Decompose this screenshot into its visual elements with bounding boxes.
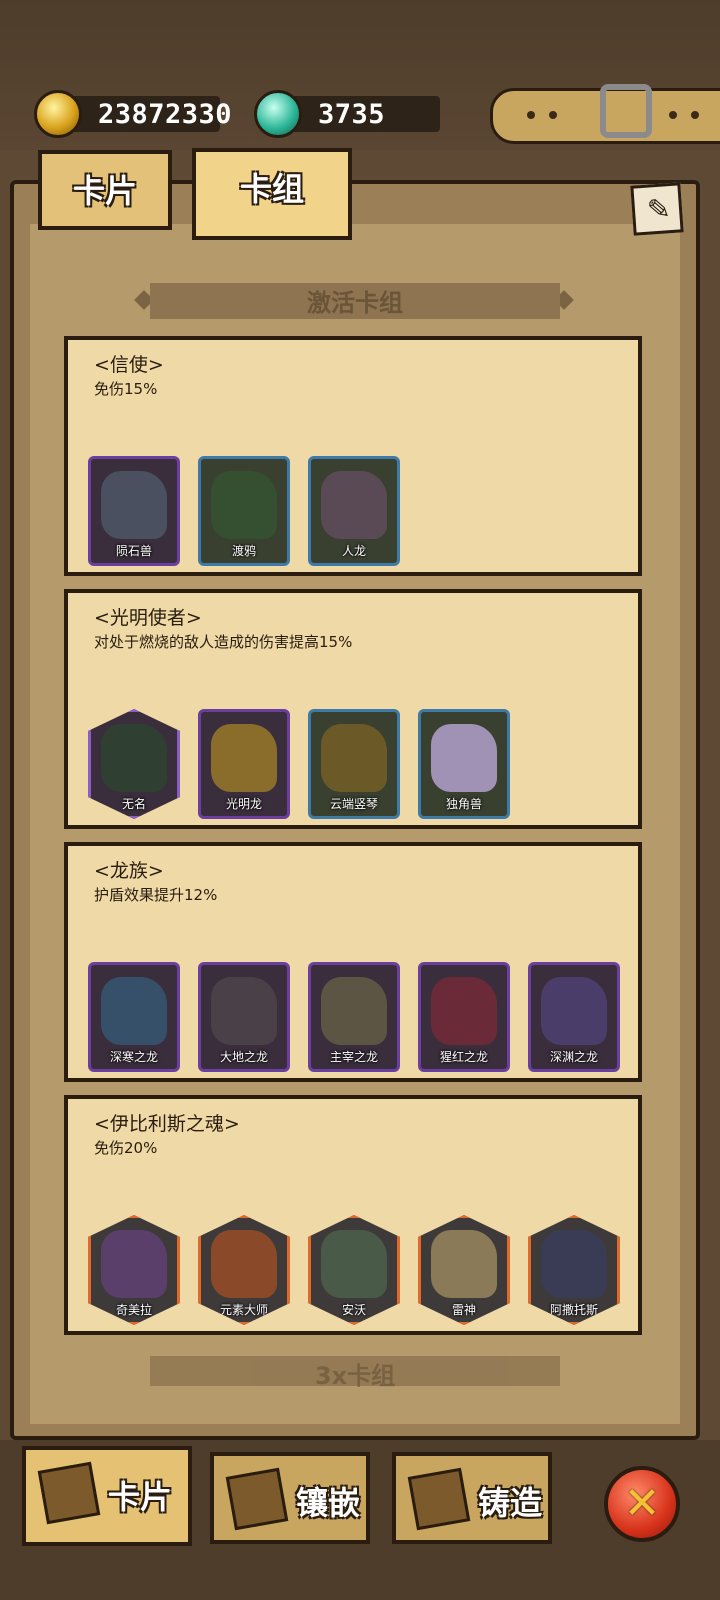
nav-inlay-label: 镶嵌	[296, 1484, 361, 1522]
edit-pencil-icon: ✎	[645, 192, 672, 227]
deck-group-name: <光明使者>	[94, 607, 202, 629]
inlay-book-icon	[225, 1467, 289, 1531]
cards-icon	[37, 1461, 101, 1525]
section-title-next: 3x卡组	[150, 1356, 560, 1390]
card-name: 元素大师	[219, 1303, 268, 1317]
deck-group-name: <信使>	[94, 354, 164, 376]
forge-icon	[407, 1467, 471, 1531]
belt-buckle-icon	[600, 84, 652, 138]
card-art	[101, 977, 167, 1045]
card-frost-dragon[interactable]: 深寒之龙	[88, 962, 180, 1072]
deck-group-desc: 护盾效果提升12%	[94, 886, 218, 904]
tab-cards-label: 卡片	[72, 172, 137, 210]
gem-value: 3735	[318, 99, 386, 130]
card-name: 深寒之龙	[109, 1050, 158, 1064]
card-art	[321, 977, 387, 1045]
deck-group-desc: 免伤15%	[94, 380, 158, 398]
card-name: 云端竖琴	[329, 797, 378, 811]
gem-value-box: 3735	[284, 96, 440, 132]
nav-inlay-button[interactable]: 镶嵌	[210, 1452, 370, 1544]
card-element-master[interactable]: 元素大师	[198, 1215, 290, 1325]
nav-forge-button[interactable]: 铸造	[392, 1452, 552, 1544]
card-name: 人龙	[341, 544, 366, 558]
nav-cards-button[interactable]: 卡片	[22, 1446, 192, 1546]
belt-hole	[691, 111, 699, 119]
card-art	[541, 1230, 607, 1298]
card-art	[211, 1230, 277, 1298]
card-name: 安沃	[341, 1303, 366, 1317]
card-name: 陨石兽	[115, 544, 152, 558]
card-art	[321, 1230, 387, 1298]
gold-value-box: 23872330	[64, 96, 232, 132]
belt-hole	[669, 111, 677, 119]
belt-hole	[527, 111, 535, 119]
card-art	[431, 724, 497, 792]
gold-value: 23872330	[98, 99, 233, 130]
gold-coin-icon	[34, 90, 82, 138]
card-name: 猩红之龙	[439, 1050, 488, 1064]
card-art	[431, 977, 497, 1045]
card-art	[321, 471, 387, 539]
card-name: 大地之龙	[219, 1050, 268, 1064]
card-art	[541, 977, 607, 1045]
card-art	[101, 1230, 167, 1298]
deck-group-desc: 对处于燃烧的敌人造成的伤害提高15%	[94, 633, 353, 651]
card-thunder-god[interactable]: 雷神	[418, 1215, 510, 1325]
section-title-text: 激活卡组	[307, 289, 403, 317]
section-title: 激活卡组	[150, 283, 560, 319]
card-art	[211, 977, 277, 1045]
deck-group-desc: 免伤20%	[94, 1139, 158, 1157]
card-meteor-beast[interactable]: 陨石兽	[88, 456, 180, 566]
card-azathoth[interactable]: 阿撒托斯	[528, 1215, 620, 1325]
card-art	[211, 724, 277, 792]
tab-cards[interactable]: 卡片	[38, 150, 172, 230]
card-art	[211, 471, 277, 539]
deck-group-iblis-soul: <伊比利斯之魂> 免伤20% 奇美拉 元素大师 安沃 雷神 阿撒托斯	[64, 1095, 642, 1335]
card-earth-dragon[interactable]: 大地之龙	[198, 962, 290, 1072]
card-unicorn[interactable]: 独角兽	[418, 709, 510, 819]
card-raven[interactable]: 渡鸦	[198, 456, 290, 566]
nav-cards-label: 卡片	[108, 1478, 173, 1516]
deck-group-light-envoy: <光明使者> 对处于燃烧的敌人造成的伤害提高15% 无名 光明龙 云端竖琴 独角…	[64, 589, 642, 829]
tab-decks-label: 卡组	[239, 170, 304, 208]
gem-counter: 3735	[254, 90, 440, 138]
card-art	[321, 724, 387, 792]
section-title-next-text: 3x卡组	[314, 1362, 396, 1390]
card-crimson-dragon[interactable]: 猩红之龙	[418, 962, 510, 1072]
deck-group-name: <伊比利斯之魂>	[94, 1113, 240, 1135]
card-chimera[interactable]: 奇美拉	[88, 1215, 180, 1325]
card-art	[431, 1230, 497, 1298]
gold-counter: 23872330	[34, 90, 232, 138]
deck-group-messenger: <信使> 免伤15% 陨石兽 渡鸦 人龙	[64, 336, 642, 576]
card-name: 独角兽	[445, 797, 482, 811]
card-name: 深渊之龙	[549, 1050, 598, 1064]
card-cloud-harp[interactable]: 云端竖琴	[308, 709, 400, 819]
card-name: 奇美拉	[115, 1303, 152, 1317]
card-art	[101, 471, 167, 539]
card-art	[101, 724, 167, 792]
card-name: 无名	[121, 797, 146, 811]
close-button[interactable]: ✕	[604, 1466, 680, 1542]
card-overlord-dragon[interactable]: 主宰之龙	[308, 962, 400, 1072]
nav-forge-label: 铸造	[478, 1484, 543, 1522]
card-nameless[interactable]: 无名	[88, 709, 180, 819]
card-name: 雷神	[451, 1303, 476, 1317]
edit-button[interactable]: ✎	[630, 182, 684, 236]
card-dragonman[interactable]: 人龙	[308, 456, 400, 566]
gem-icon	[254, 90, 302, 138]
card-name: 光明龙	[225, 797, 262, 811]
close-icon: ✕	[623, 1478, 661, 1529]
card-name: 渡鸦	[231, 544, 256, 558]
card-name: 主宰之龙	[329, 1050, 378, 1064]
deck-group-dragonkin: <龙族> 护盾效果提升12% 深寒之龙 大地之龙 主宰之龙 猩红之龙 深渊之龙	[64, 842, 642, 1082]
card-name: 阿撒托斯	[549, 1303, 598, 1317]
card-light-dragon[interactable]: 光明龙	[198, 709, 290, 819]
card-abyss-dragon[interactable]: 深渊之龙	[528, 962, 620, 1072]
card-anwo[interactable]: 安沃	[308, 1215, 400, 1325]
belt-hole	[549, 111, 557, 119]
deck-group-name: <龙族>	[94, 860, 164, 882]
tab-decks[interactable]: 卡组	[192, 148, 352, 240]
